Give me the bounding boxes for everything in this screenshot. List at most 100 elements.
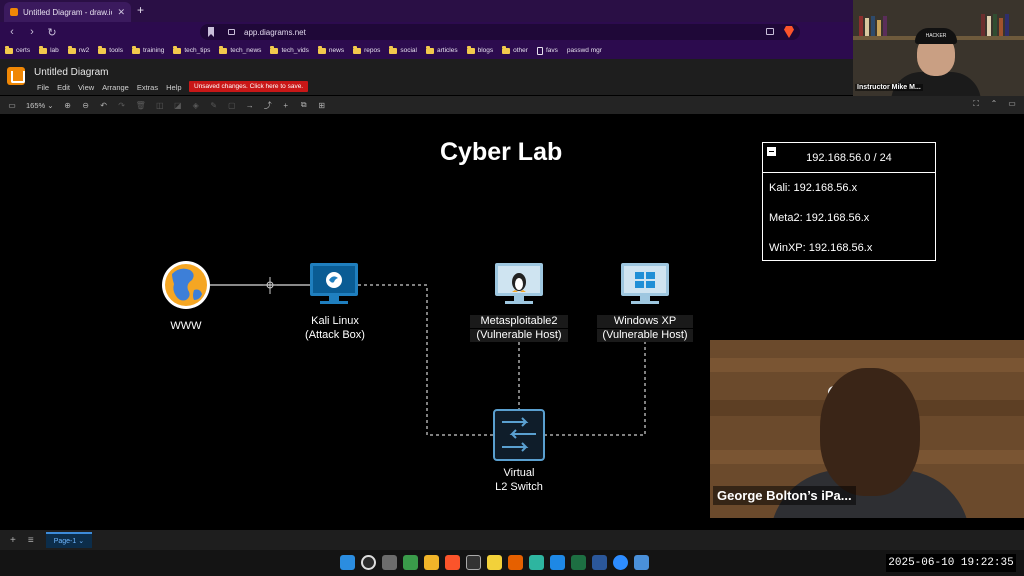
- participant-face: [820, 368, 920, 496]
- diagram-title[interactable]: Cyber Lab: [440, 138, 562, 167]
- bookmark-icon[interactable]: [208, 27, 214, 37]
- bookmark-folder[interactable]: training: [132, 45, 164, 54]
- bookmark-folder[interactable]: blogs: [466, 45, 493, 54]
- back-icon[interactable]: ‹: [4, 26, 20, 38]
- taskbar-clock[interactable]: 2025-06-10 19:22:35: [886, 554, 1016, 572]
- connection-icon[interactable]: →: [246, 101, 254, 110]
- browser-tab[interactable]: Untitled Diagram - draw.io ✕: [4, 2, 131, 22]
- fullscreen-icon[interactable]: ⛶: [972, 99, 980, 109]
- url-text: app.diagrams.net: [244, 27, 306, 37]
- switch-icon[interactable]: [493, 409, 545, 461]
- to-front-icon[interactable]: ◫: [156, 101, 164, 110]
- bookmark-folder[interactable]: tech_tips: [173, 45, 210, 54]
- document-title[interactable]: Untitled Diagram: [34, 67, 108, 78]
- bookmark-folder[interactable]: social: [389, 45, 417, 54]
- line-color-icon[interactable]: ✎: [210, 101, 218, 110]
- task-view-icon[interactable]: [382, 555, 397, 570]
- shadow-icon[interactable]: ▢: [228, 101, 236, 110]
- waypoints-icon[interactable]: ⤴: [264, 100, 272, 111]
- winxp-label-line2[interactable]: (Vulnerable Host): [597, 329, 693, 342]
- brave-browser-icon[interactable]: [445, 555, 460, 570]
- menu-file[interactable]: File: [37, 83, 49, 92]
- menu-extras[interactable]: Extras: [137, 83, 158, 92]
- zoom-select[interactable]: 165% ⌄: [26, 101, 54, 110]
- bookmark-folder[interactable]: tech_vids: [270, 45, 309, 54]
- app-icon[interactable]: [403, 555, 418, 570]
- zoom-in-icon[interactable]: ⊕: [64, 101, 72, 110]
- kali-label-line1[interactable]: Kali Linux: [294, 315, 376, 328]
- menu-view[interactable]: View: [78, 83, 94, 92]
- pages-menu-icon[interactable]: ≡: [28, 535, 34, 546]
- switch-label-line1[interactable]: Virtual: [479, 467, 559, 480]
- bookmark-folder[interactable]: lab: [39, 45, 59, 54]
- to-back-icon[interactable]: ◪: [174, 101, 182, 110]
- site-info-icon[interactable]: [228, 29, 235, 35]
- bookmark-folder[interactable]: repos: [353, 45, 380, 54]
- meta-label-line1[interactable]: Metasploitable2: [470, 315, 568, 328]
- file-explorer-icon[interactable]: [424, 555, 439, 570]
- insert-icon[interactable]: +: [282, 101, 290, 110]
- windows-monitor-icon[interactable]: [621, 263, 669, 304]
- collapse-icon[interactable]: [767, 147, 776, 156]
- url-field[interactable]: app.diagrams.net: [200, 24, 800, 40]
- collapse-icon[interactable]: ⌃: [990, 99, 998, 109]
- brave-shield-icon[interactable]: [784, 26, 794, 38]
- bookmark-folder[interactable]: articles: [425, 45, 458, 54]
- terminal-icon[interactable]: [466, 555, 481, 570]
- drawio-favicon-icon: [10, 8, 18, 16]
- table-icon[interactable]: ⊞: [318, 101, 326, 110]
- app-icon[interactable]: [634, 555, 649, 570]
- redo-icon[interactable]: ↷: [118, 101, 126, 110]
- winxp-label-line1[interactable]: Windows XP: [597, 315, 693, 328]
- firefox-icon[interactable]: [508, 555, 523, 570]
- bookmark-folder[interactable]: tech_news: [219, 45, 261, 54]
- delete-icon[interactable]: 🗑: [136, 101, 146, 110]
- linux-monitor-icon[interactable]: [495, 263, 543, 304]
- word-icon[interactable]: [592, 555, 607, 570]
- meta-label-line2[interactable]: (Vulnerable Host): [470, 329, 568, 342]
- bookmark-folder[interactable]: rw2: [67, 45, 89, 54]
- undo-icon[interactable]: ↶: [100, 101, 108, 110]
- menu-help[interactable]: Help: [166, 83, 181, 92]
- zoom-icon[interactable]: [613, 555, 628, 570]
- format-panel-icon[interactable]: ▭: [8, 101, 16, 110]
- folder-icon: [5, 45, 13, 54]
- app-icon[interactable]: [550, 555, 565, 570]
- fill-color-icon[interactable]: ◈: [192, 101, 200, 110]
- globe-icon[interactable]: [162, 261, 210, 309]
- forward-icon[interactable]: ›: [24, 26, 40, 38]
- search-icon[interactable]: [361, 555, 376, 570]
- bookmark-folder[interactable]: certs: [5, 45, 30, 54]
- folder-icon: [502, 45, 511, 54]
- zoom-out-icon[interactable]: ⊖: [82, 101, 90, 110]
- reload-icon[interactable]: ↻: [44, 26, 60, 39]
- cast-icon[interactable]: [766, 28, 774, 35]
- books: [981, 14, 1009, 36]
- bookmark-folder[interactable]: other: [502, 45, 528, 54]
- kali-label-line2[interactable]: (Attack Box): [294, 329, 376, 342]
- network-info-box[interactable]: 192.168.56.0 / 24 Kali: 192.168.56.x Met…: [762, 142, 936, 261]
- www-label[interactable]: WWW: [168, 320, 204, 333]
- menu-edit[interactable]: Edit: [57, 83, 70, 92]
- close-tab-icon[interactable]: ✕: [117, 7, 125, 18]
- bookmark-folder[interactable]: news: [317, 45, 344, 54]
- format-toggle-icon[interactable]: ▭: [1008, 99, 1016, 109]
- bookmark-link[interactable]: passwd mgr: [567, 47, 602, 54]
- app-icon[interactable]: [529, 555, 544, 570]
- presenter-video: HACKER Instructor Mike M...: [853, 0, 1024, 96]
- add-page-button[interactable]: +: [10, 535, 16, 546]
- bookmark-link[interactable]: favs: [536, 46, 558, 55]
- kali-switch-link[interactable]: [358, 284, 494, 436]
- page-tab[interactable]: Page-1 ⌄: [45, 532, 93, 548]
- sticky-notes-icon[interactable]: [487, 555, 502, 570]
- winxp-switch-link[interactable]: [544, 342, 646, 436]
- unsaved-changes-button[interactable]: Unsaved changes. Click here to save.: [189, 81, 309, 92]
- menu-arrange[interactable]: Arrange: [102, 83, 129, 92]
- start-icon[interactable]: [340, 555, 355, 570]
- bookmark-folder[interactable]: tools: [98, 45, 123, 54]
- shapes-icon[interactable]: ⧉: [300, 100, 308, 110]
- excel-icon[interactable]: [571, 555, 586, 570]
- switch-label-line2[interactable]: L2 Switch: [479, 481, 559, 494]
- kali-monitor-icon[interactable]: [310, 263, 358, 304]
- new-tab-button[interactable]: +: [137, 3, 144, 17]
